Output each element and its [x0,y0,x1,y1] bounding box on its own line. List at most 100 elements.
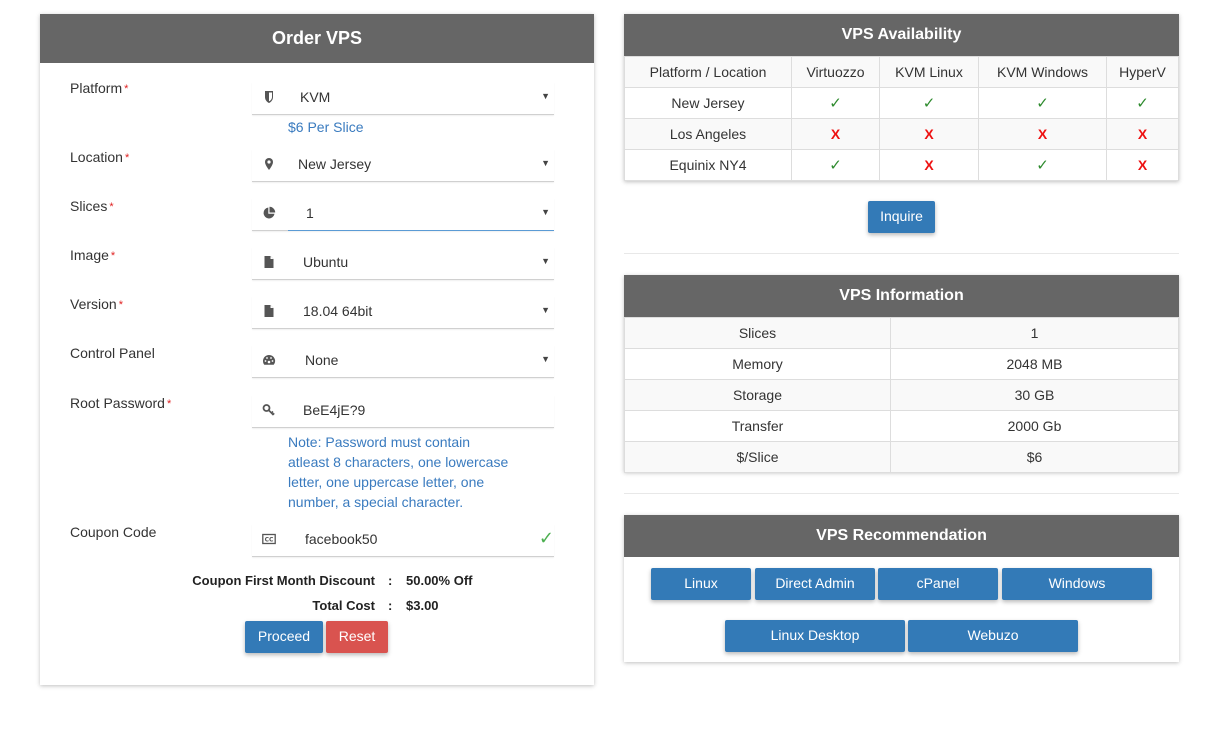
information-row: Slices 1 [624,317,1179,349]
info-value: 2000 Gb [890,410,1179,442]
unavailable-x-icon: X [1137,126,1148,142]
information-table: Slices 1 Memory 2048 MB Storage 30 GB Transfer… [624,317,1179,473]
vps-recommendation-title: VPS Recommendation [624,515,1179,557]
reset-button[interactable]: Reset [326,621,388,653]
vps-recommendation-panel: VPS Recommendation Linux Direct Admin cP… [624,515,1179,662]
password-note: Note: Password must contain atleast 8 ch… [288,434,509,510]
image-label: Image * [70,247,116,263]
available-check-icon: ✓ [1136,95,1149,112]
availability-cell: X [879,118,979,150]
column-header: Virtuozzo [791,56,880,88]
platform-label: Platform * [70,80,129,96]
section-divider [624,493,1179,494]
unavailable-x-icon: X [830,126,841,142]
pie-chart-icon [262,206,276,220]
info-value: 1 [890,317,1179,349]
available-check-icon: ✓ [1036,95,1049,112]
available-check-icon: ✓ [829,157,842,174]
vps-information-panel: VPS Information Slices 1 Memory 2048 MB Stor… [624,275,1179,473]
platform-price-hint: $6 Per Slice [288,119,364,135]
chevron-down-icon: ▼ [541,91,550,101]
availability-row: Los Angeles X X X X [624,118,1179,150]
info-key: Storage [624,379,891,411]
availability-cell: X [1106,149,1179,181]
key-icon [262,403,276,417]
column-header: HyperV [1106,56,1179,88]
availability-cell: ✓ [791,87,880,119]
location-cell: Los Angeles [624,118,792,150]
availability-row: New Jersey ✓ ✓ ✓ ✓ [624,87,1179,119]
information-row: Memory 2048 MB [624,348,1179,380]
availability-cell: ✓ [1106,87,1179,119]
availability-cell: ✓ [879,87,979,119]
location-select[interactable]: New Jersey ▼ [252,149,554,182]
info-key: Memory [624,348,891,380]
available-check-icon: ✓ [1036,157,1049,174]
info-key: $/Slice [624,441,891,473]
svg-text:CC: CC [265,537,274,544]
slices-label: Slices * [70,198,114,214]
chevron-down-icon: ▼ [541,305,550,315]
cc-icon: CC [262,532,276,546]
column-header: Platform / Location [624,56,792,88]
available-check-icon: ✓ [922,95,936,112]
coupon-code-input[interactable]: CC facebook50 ✓ [252,524,554,557]
version-select[interactable]: 18.04 64bit ▼ [252,296,554,329]
root-password-label: Root Password * [70,395,172,411]
availability-cell: ✓ [978,87,1107,119]
control-panel-select[interactable]: None ▼ [252,345,554,378]
control-panel-label: Control Panel [70,345,155,361]
info-value: $6 [890,441,1179,473]
recommend-linux-desktop-button[interactable]: Linux Desktop [725,620,905,652]
recommend-windows-button[interactable]: Windows [1002,568,1152,600]
recommend-webuzo-button[interactable]: Webuzo [908,620,1078,652]
order-vps-panel: Order VPS Platform * KVM ▼ $6 Per Slice L… [40,14,594,685]
recommend-direct-admin-button[interactable]: Direct Admin [755,568,875,600]
availability-header-row: Platform / Location Virtuozzo KVM Linux … [624,56,1179,88]
unavailable-x-icon: X [1137,157,1148,173]
proceed-button[interactable]: Proceed [245,621,323,653]
chevron-down-icon: ▼ [541,207,550,217]
availability-cell: X [879,149,979,181]
info-key: Slices [624,317,891,349]
column-header: KVM Linux [879,56,979,88]
file-icon [262,304,276,318]
availability-cell: ✓ [978,149,1107,181]
recommend-cpanel-button[interactable]: cPanel [878,568,998,600]
information-row: Storage 30 GB [624,379,1179,411]
unavailable-x-icon: X [924,157,934,173]
availability-table: Platform / Location Virtuozzo KVM Linux … [624,56,1179,181]
recommend-linux-button[interactable]: Linux [651,568,751,600]
availability-cell: X [791,118,880,150]
info-value: 30 GB [890,379,1179,411]
platform-select[interactable]: KVM ▼ [252,82,554,115]
inquire-button[interactable]: Inquire [868,201,935,233]
coupon-code-label: Coupon Code [70,524,157,540]
unavailable-x-icon: X [924,126,934,142]
vps-availability-panel: VPS Availability Platform / Location Vir… [624,14,1179,181]
column-header: KVM Windows [978,56,1107,88]
image-select[interactable]: Ubuntu ▼ [252,247,554,280]
chevron-down-icon: ▼ [541,354,550,364]
location-cell: New Jersey [624,87,792,119]
availability-cell: ✓ [791,149,880,181]
vps-availability-title: VPS Availability [624,14,1179,56]
dashboard-icon [262,353,276,367]
availability-cell: X [978,118,1107,150]
slices-select[interactable]: 1 ▼ [252,198,554,231]
section-divider [624,253,1179,254]
root-password-input[interactable]: BeE4jE?9 [252,395,554,428]
vps-information-title: VPS Information [624,275,1179,317]
chevron-down-icon: ▼ [541,158,550,168]
available-check-icon: ✓ [829,95,842,112]
shield-icon [262,90,276,104]
info-key: Transfer [624,410,891,442]
order-vps-title: Order VPS [40,14,594,63]
availability-cell: X [1106,118,1179,150]
location-label: Location * [70,149,130,165]
availability-row: Equinix NY4 ✓ X ✓ X [624,149,1179,181]
file-icon [262,255,276,269]
chevron-down-icon: ▼ [541,256,550,266]
information-row: $/Slice $6 [624,441,1179,473]
map-marker-icon [262,157,276,171]
